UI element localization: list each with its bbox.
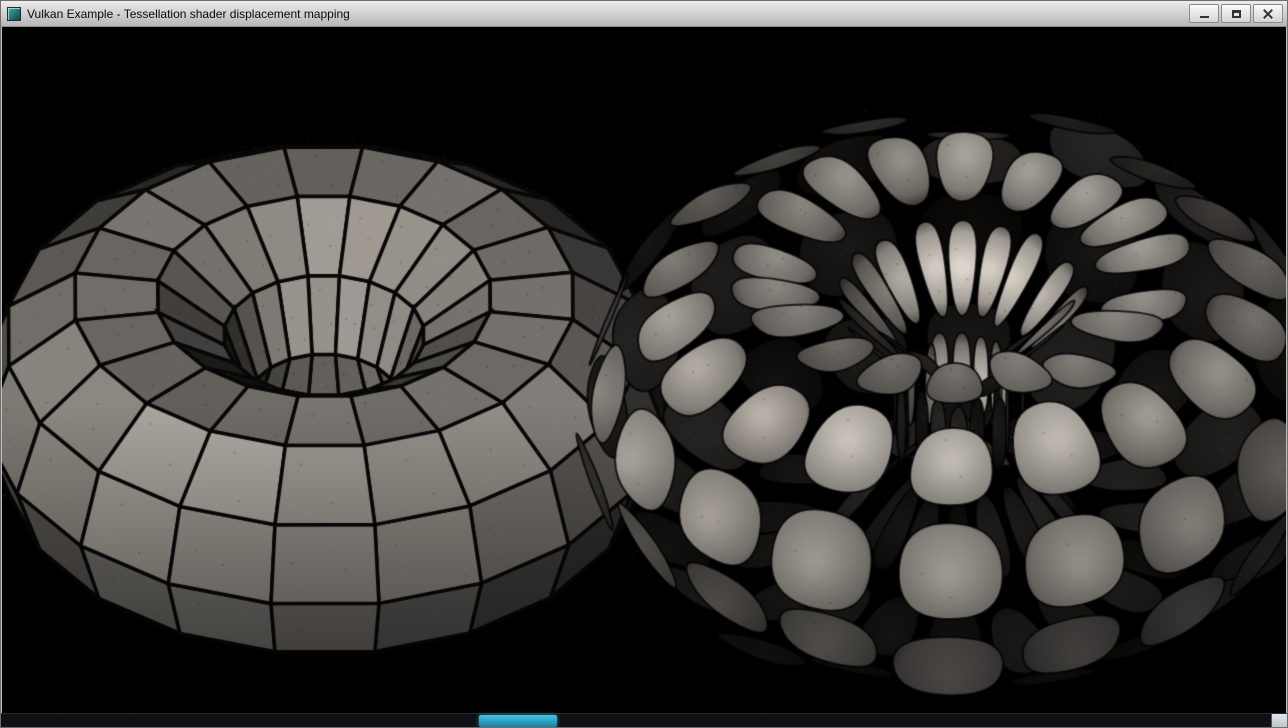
close-icon [1263, 9, 1273, 19]
window-title: Vulkan Example - Tessellation shader dis… [27, 7, 1189, 21]
title-bar[interactable]: Vulkan Example - Tessellation shader dis… [1, 1, 1287, 27]
maximize-icon [1232, 10, 1241, 18]
taskbar-active-app[interactable] [479, 715, 557, 727]
taskbar-strip [1, 713, 1287, 727]
app-window: Vulkan Example - Tessellation shader dis… [0, 0, 1288, 728]
close-button[interactable] [1253, 4, 1283, 23]
minimize-button[interactable] [1189, 4, 1219, 23]
window-controls [1189, 4, 1283, 23]
minimize-icon [1200, 16, 1209, 18]
show-desktop-button[interactable] [1271, 714, 1287, 728]
app-icon [7, 7, 21, 21]
render-canvas[interactable] [2, 27, 1286, 713]
maximize-button[interactable] [1221, 4, 1251, 23]
